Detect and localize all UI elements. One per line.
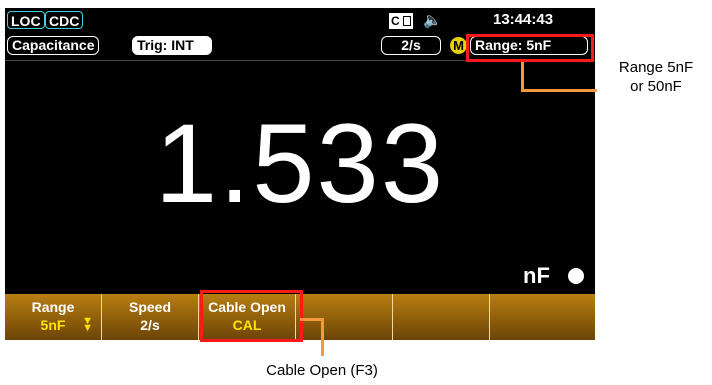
ce-panel-icon: C xyxy=(389,13,413,29)
rate-label: 2/s xyxy=(381,36,441,55)
clock: 13:44:43 xyxy=(493,11,554,28)
softkey-f6[interactable] xyxy=(490,294,595,340)
softkey-f4[interactable] xyxy=(296,294,393,340)
range-note-line1: Range 5nF xyxy=(618,59,694,76)
function-label: Capacitance xyxy=(7,36,100,55)
softkey-label: Range xyxy=(31,299,75,315)
softkey-value: 2/s xyxy=(140,317,160,333)
cable-open-annotation: Cable Open (F3) xyxy=(266,362,378,379)
softkey-speed[interactable]: Speed 2/s xyxy=(102,294,199,340)
status-dot xyxy=(568,268,584,284)
cable-open-highlight-box xyxy=(200,290,303,342)
loc-indicator: LOC xyxy=(7,11,45,29)
range-highlight-box xyxy=(466,34,594,62)
range-leader-line xyxy=(521,62,524,92)
softkey-f5[interactable] xyxy=(393,294,490,340)
main-reading: 1.533 xyxy=(154,101,446,226)
range-annotation: Range 5nF or 50nF xyxy=(600,58,712,96)
speaker-icon: 🔈 xyxy=(423,12,442,29)
softkey-label: Speed xyxy=(128,299,171,315)
double-chevron-down-icon: ▼ ▼ xyxy=(82,315,93,334)
range-leader-line xyxy=(521,89,597,92)
range-note-line2: or 50nF xyxy=(630,78,682,95)
unit-label: nF xyxy=(523,263,550,288)
trigger-label: Trig: INT xyxy=(132,36,212,55)
math-badge: M xyxy=(450,37,467,54)
softkey-range[interactable]: Range 5nF ▼ ▼ xyxy=(5,294,102,340)
cable-leader-line xyxy=(321,318,324,356)
cdc-indicator: CDC xyxy=(45,11,84,29)
